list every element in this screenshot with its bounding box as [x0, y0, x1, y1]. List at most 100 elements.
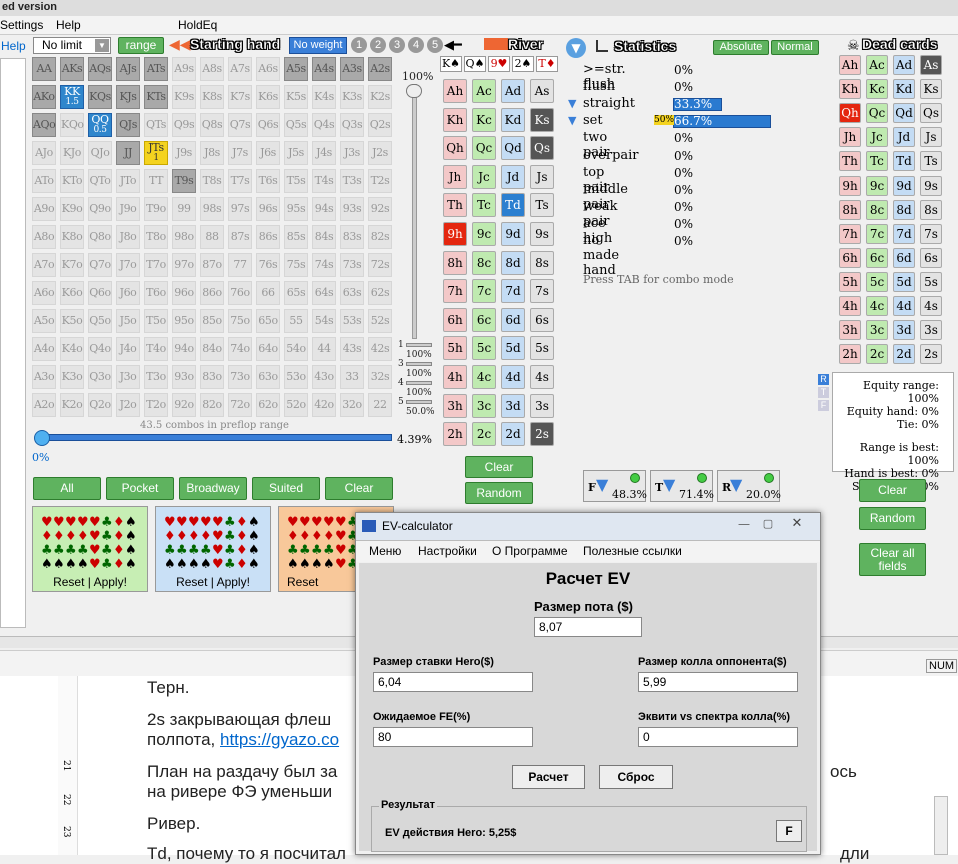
- hand-cell[interactable]: 54o: [284, 337, 308, 361]
- hand-cell[interactable]: A7s: [228, 57, 252, 81]
- hand-cell[interactable]: 93s: [340, 197, 364, 221]
- hand-cell[interactable]: 98o: [172, 225, 196, 249]
- dead-card-option[interactable]: 5d: [893, 271, 915, 292]
- suit-icon[interactable]: ♠: [125, 515, 137, 530]
- dead-card-option[interactable]: Kh: [839, 79, 861, 100]
- weight-1[interactable]: 1: [351, 37, 367, 53]
- suit-icon[interactable]: ♣: [101, 543, 113, 558]
- board-card-option[interactable]: Qc: [472, 136, 496, 161]
- suit-icon[interactable]: ♣: [101, 557, 113, 572]
- hand-cell[interactable]: 84s: [312, 225, 336, 249]
- dead-card-option[interactable]: Kc: [866, 79, 888, 100]
- hand-cell[interactable]: QJo: [88, 141, 112, 165]
- hand-cell[interactable]: K8s: [200, 85, 224, 109]
- dead-card-option[interactable]: 8c: [866, 199, 888, 220]
- suit-icon[interactable]: ♥: [299, 515, 311, 530]
- hand-cell[interactable]: J5o: [116, 309, 140, 333]
- hand-cell[interactable]: T4o: [144, 337, 168, 361]
- suit-icon[interactable]: ♣: [311, 543, 323, 558]
- suit-icon[interactable]: ♥: [77, 515, 89, 530]
- dead-card-option[interactable]: 7s: [920, 223, 942, 244]
- dead-card-option[interactable]: 4h: [839, 296, 861, 316]
- dead-card-option[interactable]: 5c: [866, 271, 888, 292]
- doc-link[interactable]: https://gyazo.co: [220, 730, 339, 749]
- hand-cell[interactable]: J5s: [284, 141, 308, 165]
- dead-card-option[interactable]: 8s: [920, 199, 942, 220]
- hand-cell[interactable]: Q9o: [88, 197, 112, 221]
- hand-cell[interactable]: A3o: [32, 365, 56, 389]
- board-card-option[interactable]: 9d: [501, 222, 525, 246]
- suit-icon[interactable]: ♠: [311, 557, 323, 572]
- hand-cell[interactable]: J3o: [116, 365, 140, 389]
- suit-icon[interactable]: ♦: [236, 515, 248, 530]
- hand-cell[interactable]: QTo: [88, 169, 112, 193]
- hand-cell[interactable]: 42s: [368, 337, 392, 361]
- dead-card-option[interactable]: 7c: [866, 223, 888, 244]
- weight-2[interactable]: 2: [370, 37, 386, 53]
- suit-icon[interactable]: ♣: [77, 543, 89, 558]
- all-button[interactable]: All: [33, 477, 101, 500]
- dead-card-option[interactable]: 9s: [920, 175, 942, 196]
- suit-panel-1[interactable]: ♥ ♥ ♥ ♥ ♥ ♣ ♦ ♠ ♦ ♦ ♦ ♦ ♥ ♣ ♦ ♠ ♣ ♣ ♣ ♣ ♥ ♣ ♦ ♠ ♠ ♠ ♠ ♠ ♥ ♣ ♦ ♠ Reset |…: [32, 506, 148, 592]
- suit-icon[interactable]: ♠: [41, 557, 53, 572]
- hand-cell[interactable]: 22: [368, 393, 392, 417]
- board-card-option[interactable]: Jh: [443, 164, 467, 189]
- filter-button[interactable]: R ▼ 20.0%: [717, 470, 781, 502]
- board-card-option[interactable]: 5c: [472, 336, 496, 361]
- board-clear-button[interactable]: Clear: [465, 456, 533, 478]
- dead-card-option[interactable]: 4d: [893, 296, 915, 316]
- board-card-option[interactable]: 3h: [443, 393, 467, 418]
- dead-card-option[interactable]: 6c: [866, 247, 888, 268]
- vertical-slider[interactable]: [412, 84, 417, 339]
- board-card-option[interactable]: 5s: [530, 336, 554, 361]
- suit-icon[interactable]: ♦: [113, 529, 125, 544]
- apply-link[interactable]: Apply!: [94, 575, 127, 589]
- call-input[interactable]: 5,99: [638, 672, 798, 692]
- hand-cell[interactable]: K5o: [60, 309, 84, 333]
- hand-cell[interactable]: A8s: [200, 57, 224, 81]
- hand-cell[interactable]: 86s: [256, 225, 280, 249]
- board-card-option[interactable]: As: [530, 79, 554, 103]
- hand-cell[interactable]: 43s: [340, 337, 364, 361]
- suit-icon[interactable]: ♥: [335, 529, 347, 544]
- hand-cell[interactable]: K2s: [368, 85, 392, 109]
- hand-cell[interactable]: K7s: [228, 85, 252, 109]
- limit-select[interactable]: No limit ▼: [33, 37, 111, 54]
- board-card-option[interactable]: 4c: [472, 365, 496, 389]
- suit-icon[interactable]: ♣: [53, 543, 65, 558]
- calculate-button[interactable]: Расчет: [512, 765, 585, 789]
- hand-cell[interactable]: 74o: [228, 337, 252, 361]
- hand-cell[interactable]: A5o: [32, 309, 56, 333]
- hand-cell[interactable]: 92o: [172, 393, 196, 417]
- hand-cell[interactable]: A3s: [340, 57, 364, 81]
- hand-cell[interactable]: AA: [32, 57, 56, 81]
- board-random-button[interactable]: Random: [465, 482, 533, 504]
- board-card-option[interactable]: Ah: [443, 79, 467, 103]
- suit-icon[interactable]: ♥: [89, 543, 101, 558]
- board-card-option[interactable]: Ad: [501, 79, 525, 103]
- hand-cell[interactable]: Q8s: [200, 113, 224, 137]
- suit-icon[interactable]: ♥: [89, 557, 101, 572]
- left-scroll-strip[interactable]: [0, 58, 26, 628]
- suit-icon[interactable]: ♣: [200, 543, 212, 558]
- suit-icon[interactable]: ♠: [299, 557, 311, 572]
- hand-cell[interactable]: 62o: [256, 393, 280, 417]
- suit-icon[interactable]: ♦: [323, 529, 335, 544]
- reset-link[interactable]: Reset: [53, 575, 84, 589]
- hand-cell[interactable]: 75s: [284, 253, 308, 277]
- hand-cell[interactable]: KJo: [60, 141, 84, 165]
- hand-cell[interactable]: K2o: [60, 393, 84, 417]
- hand-cell[interactable]: J6s: [256, 141, 280, 165]
- hand-cell[interactable]: 83o: [200, 365, 224, 389]
- hand-cell[interactable]: J9o: [116, 197, 140, 221]
- board-card-option[interactable]: 5h: [443, 336, 467, 361]
- hand-cell[interactable]: 65s: [284, 281, 308, 305]
- hand-cell[interactable]: 32o: [340, 393, 364, 417]
- suit-icon[interactable]: ♦: [236, 557, 248, 572]
- equity-input[interactable]: 0: [638, 727, 798, 747]
- board-card-option[interactable]: Qh: [443, 136, 467, 161]
- suit-icon[interactable]: ♠: [125, 543, 137, 558]
- suit-icon[interactable]: ♠: [248, 557, 260, 572]
- hand-cell[interactable]: AQo: [32, 113, 56, 137]
- suit-icon[interactable]: ♣: [224, 529, 236, 544]
